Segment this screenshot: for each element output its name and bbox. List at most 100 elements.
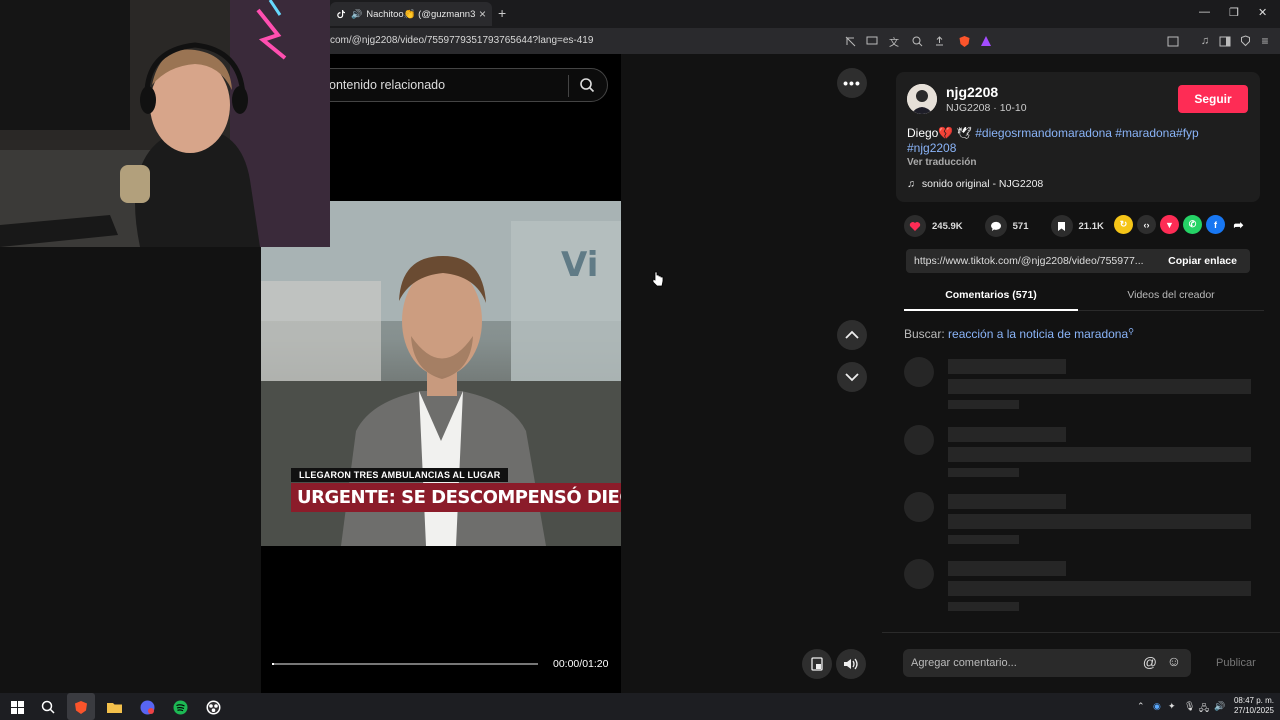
mention-icon[interactable]: @ bbox=[1143, 654, 1157, 670]
video-link-box: https://www.tiktok.com/@njg2208/video/75… bbox=[906, 249, 1250, 273]
emoji-icon[interactable]: ☺ bbox=[1167, 653, 1181, 669]
embed-icon[interactable]: ‹› bbox=[1137, 215, 1156, 234]
heart-icon bbox=[904, 215, 926, 237]
brave-rewards-icon[interactable] bbox=[978, 33, 994, 49]
close-window-button[interactable]: ✕ bbox=[1258, 6, 1267, 19]
search-placeholder: ontenido relacionado bbox=[329, 78, 446, 92]
hand-cursor-icon bbox=[652, 271, 664, 287]
info-panel: njg2208 NJG2208 · 10-10 Seguir Diego💔 🕊 … bbox=[882, 54, 1280, 693]
sound-name: sonido original - NJG2208 bbox=[921, 178, 1044, 190]
minimize-button[interactable]: — bbox=[1199, 6, 1210, 18]
no-tracking-icon[interactable] bbox=[842, 33, 858, 49]
copy-link-button[interactable]: Copiar enlace bbox=[1155, 255, 1250, 267]
file-explorer-icon[interactable] bbox=[105, 698, 123, 716]
music-note-icon: ♫ bbox=[907, 178, 915, 190]
progress-fill bbox=[272, 663, 274, 665]
engagement-stats: 245.9K 571 21.1K bbox=[904, 213, 1126, 239]
volume-icon bbox=[844, 658, 858, 670]
close-tab-icon[interactable]: × bbox=[479, 7, 486, 21]
media-icon[interactable]: ♫ bbox=[1197, 33, 1213, 49]
video-description: Diego💔 🕊 #diegosrmandomaradona #maradona… bbox=[907, 126, 1247, 156]
volume-button[interactable] bbox=[836, 649, 866, 679]
chevron-up-icon[interactable]: ⌃ bbox=[1137, 701, 1145, 712]
sound-link[interactable]: ♫ sonido original - NJG2208 bbox=[907, 178, 1043, 190]
video-progress-bar[interactable] bbox=[272, 663, 538, 665]
obs-icon[interactable] bbox=[204, 698, 222, 716]
whatsapp-icon[interactable]: ✆ bbox=[1183, 215, 1202, 234]
chevron-up-icon bbox=[845, 330, 859, 339]
comment-button[interactable]: 571 bbox=[984, 215, 1029, 237]
pip-button[interactable] bbox=[802, 649, 832, 679]
creator-card: njg2208 NJG2208 · 10-10 Seguir Diego💔 🕊 … bbox=[896, 72, 1260, 202]
brave-browser-icon[interactable] bbox=[72, 698, 90, 716]
more-options-button[interactable]: ••• bbox=[837, 68, 867, 98]
sidebar-icon[interactable] bbox=[1217, 33, 1233, 49]
video-time: 00:00/01:20 bbox=[553, 658, 609, 670]
avatar[interactable] bbox=[907, 84, 937, 114]
search-divider bbox=[568, 75, 569, 97]
system-clock[interactable]: 08:47 p. m. 27/10/2025 bbox=[1232, 696, 1274, 716]
spotify-icon[interactable] bbox=[171, 698, 189, 716]
publish-button[interactable]: Publicar bbox=[1216, 657, 1256, 669]
active-tab-underline bbox=[904, 309, 1078, 311]
url-field[interactable]: com/@njg2208/video/7559779351793765644?l… bbox=[330, 35, 593, 46]
save-button[interactable]: 21.1K bbox=[1050, 215, 1104, 237]
news-lower-third: LLEGARON TRES AMBULANCIAS AL LUGAR URGEN… bbox=[291, 465, 621, 512]
comment-composer: Agregar comentario... @ ☺ Publicar bbox=[882, 632, 1280, 693]
vpn-shield-icon[interactable] bbox=[1237, 33, 1253, 49]
windows-start-icon[interactable] bbox=[8, 698, 26, 716]
tab-creator-videos[interactable]: Videos del creador bbox=[1078, 289, 1264, 301]
menu-icon[interactable]: ≡ bbox=[1257, 33, 1273, 49]
clock-time: 08:47 p. m. bbox=[1233, 696, 1274, 705]
comment-count: 571 bbox=[1012, 220, 1029, 232]
send-icon[interactable]: ▼ bbox=[1160, 215, 1179, 234]
streamer-webcam bbox=[0, 0, 330, 247]
network-icon[interactable]: 🖧 bbox=[1199, 701, 1209, 717]
like-button[interactable]: 245.9K bbox=[904, 215, 963, 237]
search-icon[interactable] bbox=[39, 698, 57, 716]
svg-text:Vi: Vi bbox=[561, 245, 598, 285]
cast-icon[interactable] bbox=[864, 33, 880, 49]
search-suggestion-prefix: Buscar: bbox=[904, 327, 945, 341]
like-count: 245.9K bbox=[932, 220, 963, 232]
next-video-button[interactable] bbox=[837, 362, 867, 392]
brave-shield-icon[interactable] bbox=[956, 33, 972, 49]
translate-icon[interactable]: 文 bbox=[886, 33, 902, 49]
color-app-icon[interactable]: ✦ bbox=[1168, 701, 1176, 712]
search-suggestion-query: reacción a la noticia de maradona bbox=[948, 327, 1129, 341]
volume-tray-icon[interactable]: 🔊 bbox=[1214, 701, 1225, 712]
new-tab-button[interactable]: + bbox=[498, 5, 506, 21]
search-small-icon: ⚲ bbox=[1128, 327, 1135, 336]
zoom-icon[interactable] bbox=[909, 33, 925, 49]
comment-placeholder: Agregar comentario... bbox=[911, 657, 1017, 669]
facebook-icon[interactable]: f bbox=[1206, 215, 1225, 234]
comment-input[interactable]: Agregar comentario... @ ☺ bbox=[903, 649, 1191, 677]
search-input[interactable]: ontenido relacionado bbox=[300, 68, 608, 102]
save-count: 21.1K bbox=[1078, 220, 1104, 232]
repost-icon[interactable]: ↻ bbox=[1114, 215, 1133, 234]
tab-title: Nachitoo👏 (@guzmann30_) bbox=[366, 8, 475, 20]
browser-tab[interactable]: 🔊 Nachitoo👏 (@guzmann30_) × bbox=[330, 2, 492, 26]
restore-button[interactable]: ❐ bbox=[1229, 6, 1239, 19]
speaker-icon: 🔊 bbox=[351, 8, 363, 19]
video-link-url[interactable]: https://www.tiktok.com/@njg2208/video/75… bbox=[906, 255, 1155, 267]
share-buttons: ↻ ‹› ▼ ✆ f ➦ bbox=[1114, 215, 1248, 234]
reading-mode-icon[interactable] bbox=[1165, 33, 1181, 49]
video-player[interactable]: Vi LLEGARON TRES AMBULANCIAS AL LUGAR UR… bbox=[261, 201, 621, 546]
more-icon: ••• bbox=[843, 75, 861, 91]
pip-icon bbox=[811, 657, 823, 671]
tiktok-icon bbox=[337, 10, 345, 19]
share-icon[interactable] bbox=[931, 33, 947, 49]
steam-icon[interactable]: ◉ bbox=[1153, 701, 1161, 712]
comment-tabs: Comentarios (571) Videos del creador bbox=[904, 284, 1264, 311]
search-suggestion[interactable]: Buscar: reacción a la noticia de maradon… bbox=[904, 327, 1134, 341]
search-icon[interactable] bbox=[579, 77, 595, 93]
previous-video-button[interactable] bbox=[837, 320, 867, 350]
follow-button[interactable]: Seguir bbox=[1178, 85, 1248, 113]
tab-comments[interactable]: Comentarios (571) bbox=[904, 289, 1078, 301]
chat-app-icon[interactable] bbox=[138, 698, 156, 716]
microphone-icon[interactable]: 🎙 bbox=[1184, 701, 1195, 712]
translate-link[interactable]: Ver traducción bbox=[907, 157, 976, 168]
creator-username[interactable]: njg2208 bbox=[946, 84, 998, 100]
share-arrow-icon[interactable]: ➦ bbox=[1229, 215, 1248, 234]
